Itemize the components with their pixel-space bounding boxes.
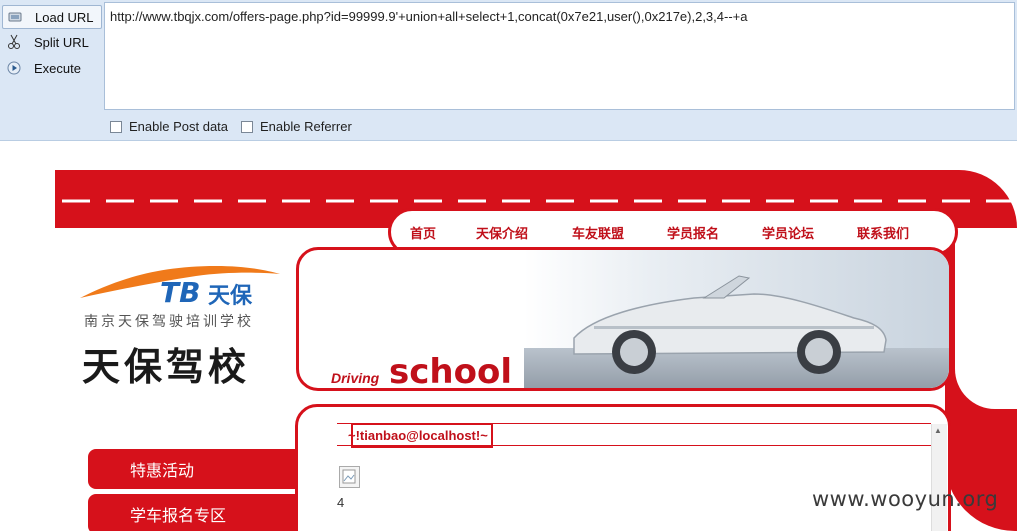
scissors-icon	[6, 34, 22, 50]
logo-brand: TB	[160, 276, 201, 309]
banner-school-text: school	[389, 352, 512, 391]
play-icon	[6, 60, 22, 76]
content-scrollbar[interactable]	[931, 424, 947, 531]
enable-post-data-checkbox[interactable]: Enable Post data	[110, 119, 228, 134]
split-url-label: Split URL	[34, 34, 89, 50]
load-url-icon	[7, 9, 23, 25]
nav-club[interactable]: 车友联盟	[572, 223, 624, 242]
watermark-text: www.wooyun.org	[812, 487, 999, 511]
nav-signup[interactable]: 学员报名	[667, 223, 719, 242]
load-url-label: Load URL	[35, 9, 94, 25]
convertible-car-image	[573, 275, 887, 374]
broken-image-icon	[339, 466, 360, 488]
load-url-button[interactable]: Load URL	[2, 5, 102, 29]
url-textarea[interactable]: http://www.tbqjx.com/offers-page.php?id=…	[104, 2, 1015, 110]
scroll-up-arrow-icon[interactable]: ▲	[934, 426, 942, 435]
website-page: 首页 天保介绍 车友联盟 学员报名 学员论坛 联系我们 TB 天保 南京天保驾驶…	[0, 141, 1017, 531]
logo-name: 天保驾校	[82, 345, 251, 389]
highlight-box	[351, 423, 493, 448]
logo-subtitle: 南京天保驾驶培训学校	[84, 314, 254, 330]
enable-post-data-label: Enable Post data	[129, 119, 229, 134]
nav-forum[interactable]: 学员论坛	[762, 223, 814, 242]
road-dash-line	[62, 199, 1017, 203]
execute-label: Execute	[34, 60, 81, 76]
menu-special-offers[interactable]: 特惠活动	[88, 449, 298, 489]
checkbox-box[interactable]	[110, 120, 122, 133]
result-number: 4	[337, 495, 345, 510]
nav-home[interactable]: 首页	[410, 223, 436, 242]
enable-referrer-label: Enable Referrer	[260, 119, 352, 134]
school-logo[interactable]: TB 天保 南京天保驾驶培训学校 天保驾校	[76, 256, 286, 389]
hackbar-toolbar: Load URL Split URL Execute http://www.tb…	[0, 0, 1017, 141]
nav-about[interactable]: 天保介绍	[476, 223, 528, 242]
banner-driving-text: Driving	[331, 370, 380, 386]
checkbox-box[interactable]	[241, 120, 253, 133]
execute-button[interactable]: Execute	[2, 57, 100, 79]
hero-banner: Driving school	[296, 247, 952, 391]
decorative-white-curve	[955, 229, 1017, 409]
split-url-button[interactable]: Split URL	[2, 31, 100, 53]
enable-referrer-checkbox[interactable]: Enable Referrer	[241, 119, 352, 134]
logo-brand-cn: 天保	[208, 284, 253, 309]
menu-registration[interactable]: 学车报名专区	[88, 494, 298, 531]
hackbar-button-panel: Load URL Split URL Execute	[0, 0, 104, 140]
nav-contact[interactable]: 联系我们	[857, 223, 909, 242]
